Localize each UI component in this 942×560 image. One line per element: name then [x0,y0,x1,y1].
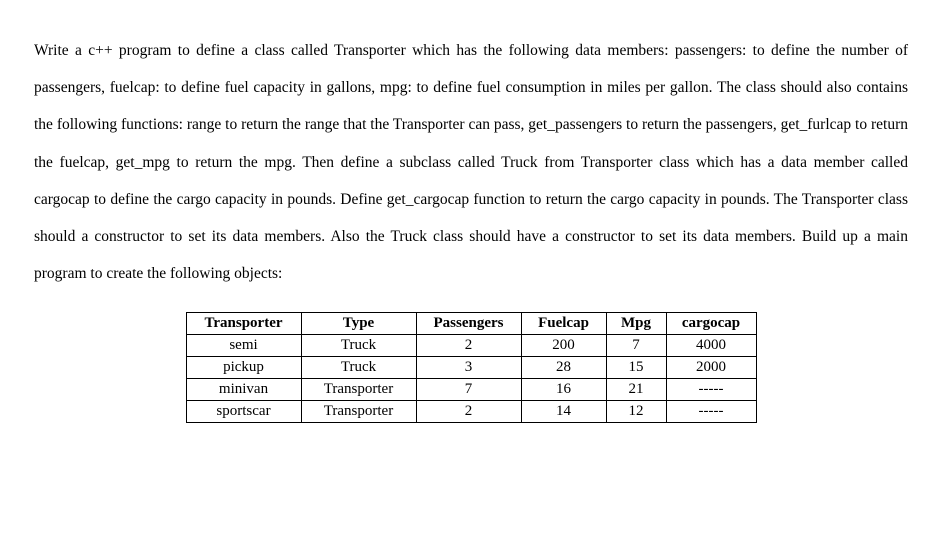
problem-description: Write a c++ program to define a class ca… [34,32,908,292]
objects-table: Transporter Type Passengers Fuelcap Mpg … [186,312,757,423]
cell-passengers: 7 [416,379,521,401]
cell-mpg: 7 [606,335,666,357]
cell-transporter: semi [186,335,301,357]
header-transporter: Transporter [186,313,301,335]
cell-cargocap: ----- [666,401,756,423]
table-container: Transporter Type Passengers Fuelcap Mpg … [34,312,908,423]
cell-transporter: sportscar [186,401,301,423]
cell-cargocap: ----- [666,379,756,401]
header-type: Type [301,313,416,335]
cell-fuelcap: 16 [521,379,606,401]
cell-type: Transporter [301,401,416,423]
header-cargocap: cargocap [666,313,756,335]
cell-passengers: 2 [416,401,521,423]
cell-cargocap: 4000 [666,335,756,357]
table-row: semi Truck 2 200 7 4000 [186,335,756,357]
header-fuelcap: Fuelcap [521,313,606,335]
cell-fuelcap: 28 [521,357,606,379]
table-row: pickup Truck 3 28 15 2000 [186,357,756,379]
cell-cargocap: 2000 [666,357,756,379]
cell-type: Truck [301,357,416,379]
cell-mpg: 12 [606,401,666,423]
header-mpg: Mpg [606,313,666,335]
cell-passengers: 2 [416,335,521,357]
cell-type: Truck [301,335,416,357]
table-row: sportscar Transporter 2 14 12 ----- [186,401,756,423]
cell-type: Transporter [301,379,416,401]
cell-passengers: 3 [416,357,521,379]
cell-mpg: 21 [606,379,666,401]
cell-fuelcap: 200 [521,335,606,357]
table-row: minivan Transporter 7 16 21 ----- [186,379,756,401]
cell-mpg: 15 [606,357,666,379]
header-passengers: Passengers [416,313,521,335]
cell-transporter: pickup [186,357,301,379]
cell-fuelcap: 14 [521,401,606,423]
cell-transporter: minivan [186,379,301,401]
table-header-row: Transporter Type Passengers Fuelcap Mpg … [186,313,756,335]
